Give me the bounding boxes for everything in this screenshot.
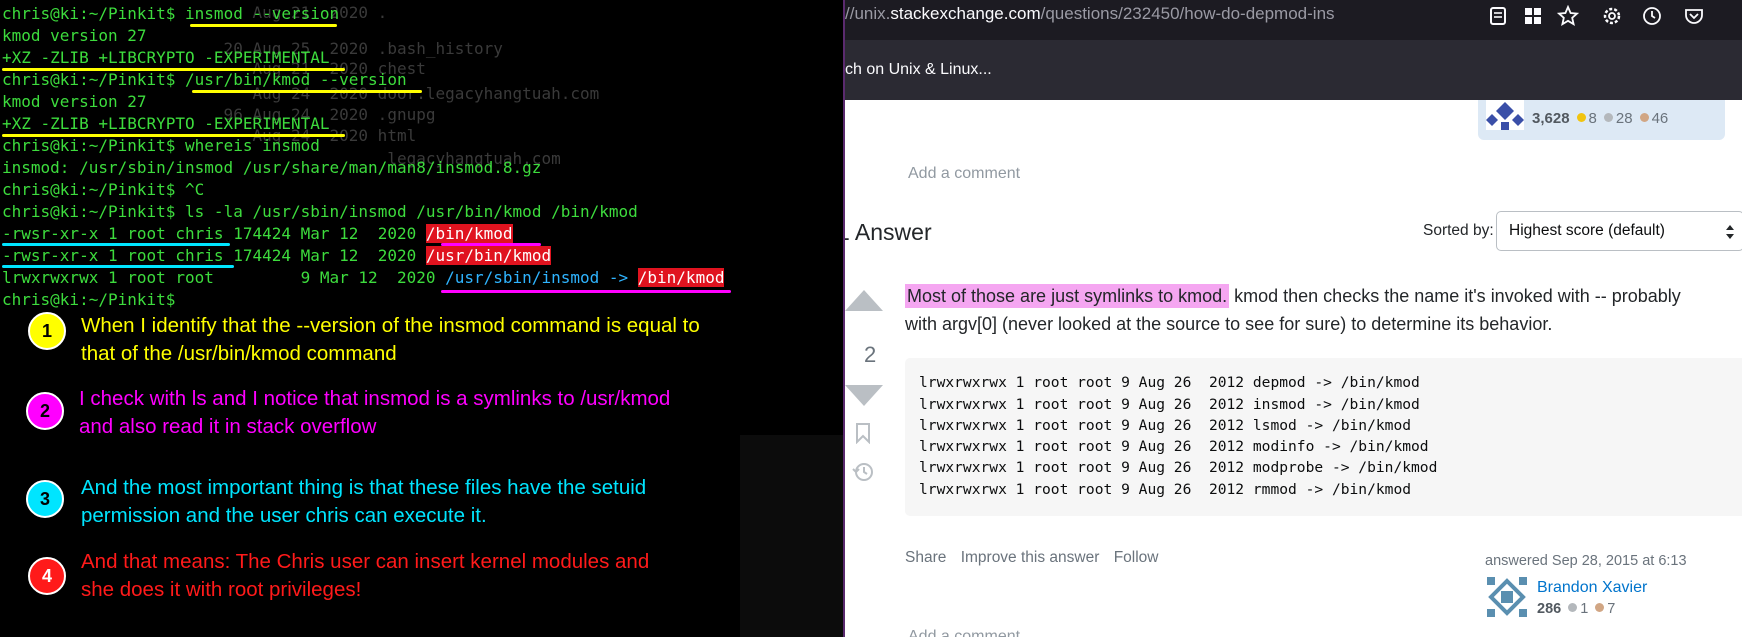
code-line: lrwxrwxrwx 1 root root 9 Aug 26 2012 lsm…: [919, 417, 1412, 434]
silver-badge-icon: [1603, 113, 1613, 122]
terminal-line: +XZ -ZLIB +LIBCRYPTO -EXPERIMENTAL: [2, 48, 330, 67]
terminal-prompt[interactable]: chris@ki:~/Pinkit$: [2, 289, 175, 311]
pocket-icon[interactable]: [1683, 5, 1705, 27]
ls-row: -rwsr-xr-x 1 root chris 174424 Mar 12 20…: [2, 224, 513, 243]
code-line: lrwxrwxrwx 1 root root 9 Aug 26 2012 mod…: [919, 438, 1429, 455]
user-reputation: 3,628 8 28 46: [1532, 110, 1669, 127]
sort-select[interactable]: Highest score (default): [1496, 211, 1742, 251]
code-line: lrwxrwxrwx 1 root root 9 Aug 26 2012 rmm…: [919, 481, 1412, 498]
cyan-underline: [2, 265, 234, 268]
magenta-underline: [441, 243, 541, 246]
answer-count-heading: 1 Answer: [845, 219, 932, 245]
follow-link[interactable]: Follow: [1114, 549, 1159, 566]
terminal-line: kmod version 27: [2, 92, 147, 111]
note-text: And that means: The Chris user can inser…: [81, 550, 650, 601]
terminal-line: chris@ki:~/Pinkit$ whereis insmod: [2, 136, 320, 155]
yellow-underline: [2, 68, 345, 71]
sort-label: Sorted by:: [1423, 222, 1494, 239]
note-number-badge: 2: [26, 392, 64, 430]
yellow-underline: [2, 134, 345, 137]
terminal-line: chris@ki:~/Pinkit$ ^C: [2, 180, 205, 199]
terminal-line: chris@ki:~/Pinkit$ insmod --version: [2, 4, 340, 23]
note-number-badge: 3: [26, 480, 64, 518]
settings-gear-icon[interactable]: [1601, 5, 1623, 27]
select-arrows-icon: [1726, 225, 1734, 239]
code-line: lrwxrwxrwx 1 root root 9 Aug 26 2012 ins…: [919, 396, 1420, 413]
answer-body: Most of those are just symlinks to kmod.…: [905, 284, 1681, 334]
find-bar[interactable]: ch on Unix & Linux...: [845, 40, 1742, 100]
history-icon[interactable]: [852, 461, 874, 483]
bronze-badge-icon: [1639, 113, 1649, 122]
code-line: lrwxrwxrwx 1 root root 9 Aug 26 2012 mod…: [919, 459, 1438, 476]
url-text[interactable]: //unix.stackexchange.com/questions/23245…: [845, 4, 1335, 24]
author-name-link[interactable]: Brandon Xavier: [1537, 579, 1647, 597]
magenta-underline: [441, 290, 731, 293]
silver-badge-icon: [1568, 603, 1578, 612]
terminal-line: chris@ki:~/Pinkit$ /usr/bin/kmod --versi…: [2, 70, 407, 89]
post-menu: Share Improve this answer Follow: [905, 549, 1169, 567]
note-number-badge: 1: [28, 312, 66, 350]
vote-score: 2: [864, 342, 877, 367]
browser-window: //unix.stackexchange.com/questions/23245…: [845, 0, 1742, 637]
terminal-window[interactable]: Aug 21 2020 . 20 Aug 25 2020 .bash_histo…: [0, 0, 845, 637]
bookmark-icon[interactable]: [855, 422, 871, 444]
code-line: lrwxrwxrwx 1 root root 9 Aug 26 2012 dep…: [919, 374, 1420, 391]
code-block: lrwxrwxrwx 1 root root 9 Aug 26 2012 dep…: [905, 358, 1742, 516]
terminal-line: insmod: /usr/sbin/insmod /usr/share/man/…: [2, 158, 542, 177]
upvote-arrow-icon[interactable]: [845, 290, 883, 312]
downvote-arrow-icon[interactable]: [845, 384, 883, 406]
bookmark-star-icon[interactable]: [1557, 5, 1579, 27]
yellow-underline: [190, 24, 337, 27]
improve-answer-link[interactable]: Improve this answer: [961, 549, 1100, 566]
add-comment-link[interactable]: Add a comment: [908, 165, 1020, 183]
note-text: I check with ls and I notice that insmod…: [79, 387, 671, 438]
extensions-icon[interactable]: [1522, 5, 1544, 27]
ls-row: -rwsr-xr-x 1 root chris 174424 Mar 12 20…: [2, 246, 552, 265]
terminal-line: +XZ -ZLIB +LIBCRYPTO -EXPERIMENTAL: [2, 114, 330, 133]
terminal-line: kmod version 27: [2, 26, 147, 45]
gold-badge-icon: [1576, 113, 1586, 122]
author-avatar[interactable]: [1487, 577, 1527, 617]
yellow-underline: [192, 90, 422, 93]
answered-timestamp: answered Sep 28, 2015 at 6:13: [1485, 553, 1687, 569]
note-text: And the most important thing is that the…: [81, 476, 647, 527]
background-panel: [740, 435, 843, 637]
cyan-underline: [2, 243, 230, 246]
reader-view-icon[interactable]: [1487, 5, 1509, 27]
note-number-badge: 4: [28, 557, 66, 595]
search-suggestion[interactable]: ch on Unix & Linux...: [845, 61, 992, 79]
note-text: When I identify that the --version of th…: [81, 314, 700, 365]
highlighted-sentence: Most of those are just symlinks to kmod.: [905, 284, 1230, 308]
url-bar[interactable]: //unix.stackexchange.com/questions/23245…: [845, 0, 1742, 40]
share-link[interactable]: Share: [905, 549, 946, 566]
author-reputation: 286 1 7: [1537, 601, 1616, 617]
asker-user-card: 3,628 8 28 46: [1478, 100, 1725, 140]
add-comment-link[interactable]: Add a comment: [908, 628, 1020, 637]
terminal-line: chris@ki:~/Pinkit$ ls -la /usr/sbin/insm…: [2, 202, 638, 221]
history-clock-icon[interactable]: [1641, 5, 1663, 27]
ls-row: lrwxrwxrwx 1 root root 9 Mar 12 2020 /us…: [2, 268, 725, 287]
vote-column: 2: [845, 280, 890, 500]
bronze-badge-icon: [1595, 603, 1605, 612]
user-avatar[interactable]: [1486, 100, 1524, 130]
